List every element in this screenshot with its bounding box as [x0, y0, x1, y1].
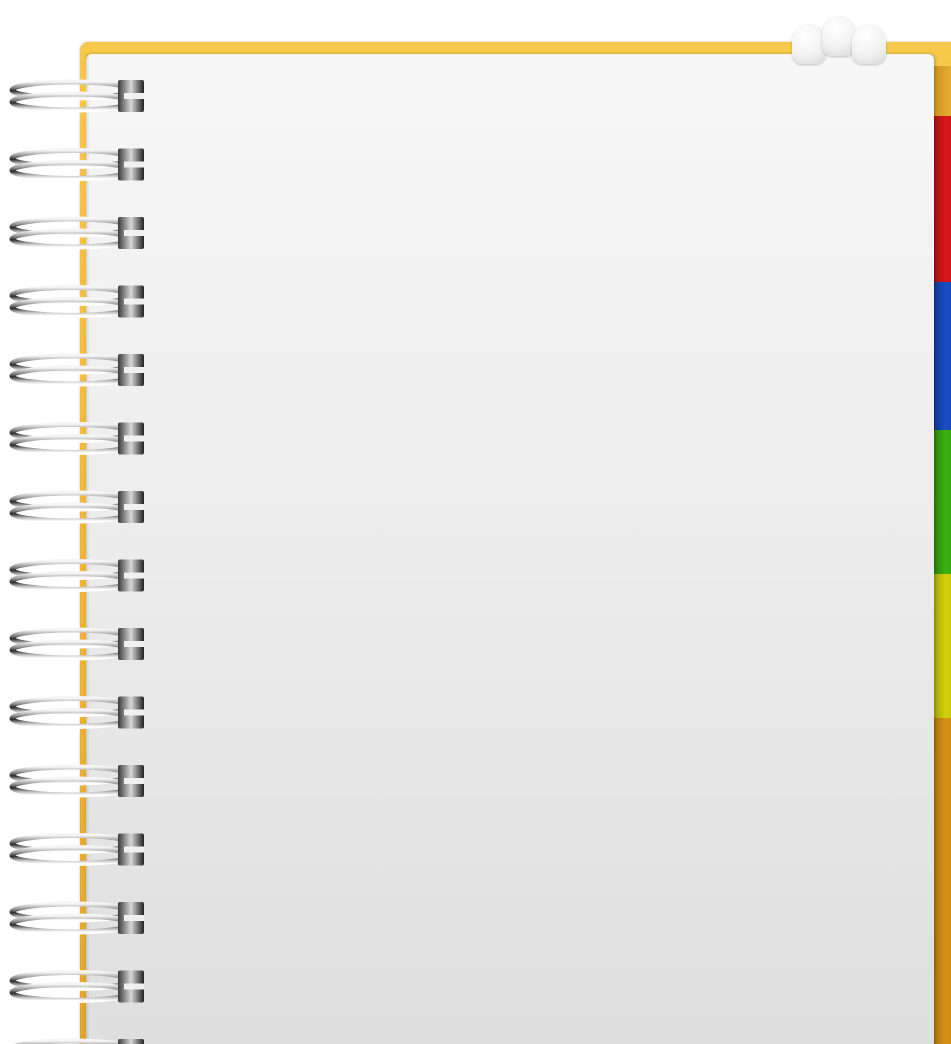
spiral-ring — [9, 970, 144, 1003]
band-bump — [822, 16, 856, 56]
spiral-ring — [9, 353, 144, 387]
spiral-ring — [9, 490, 144, 524]
spiral-ring — [9, 148, 144, 181]
spiral-ring — [9, 216, 144, 250]
spiral-binding — [9, 79, 144, 1044]
band-bump — [792, 24, 826, 64]
spiral-ring — [9, 422, 144, 455]
elastic-band-closure — [790, 16, 890, 64]
notebook-scene — [0, 0, 951, 1044]
spiral-ring — [9, 285, 144, 318]
spiral-ring — [9, 764, 144, 798]
spiral-ring — [9, 79, 144, 113]
spiral-ring — [9, 559, 144, 592]
blank-page — [86, 54, 934, 1044]
spiral-ring — [9, 696, 144, 729]
spiral-ring — [9, 833, 144, 866]
band-bump — [852, 24, 886, 64]
spiral-ring — [14, 1038, 144, 1044]
spiral-ring — [9, 901, 144, 935]
spiral-ring — [9, 627, 144, 661]
